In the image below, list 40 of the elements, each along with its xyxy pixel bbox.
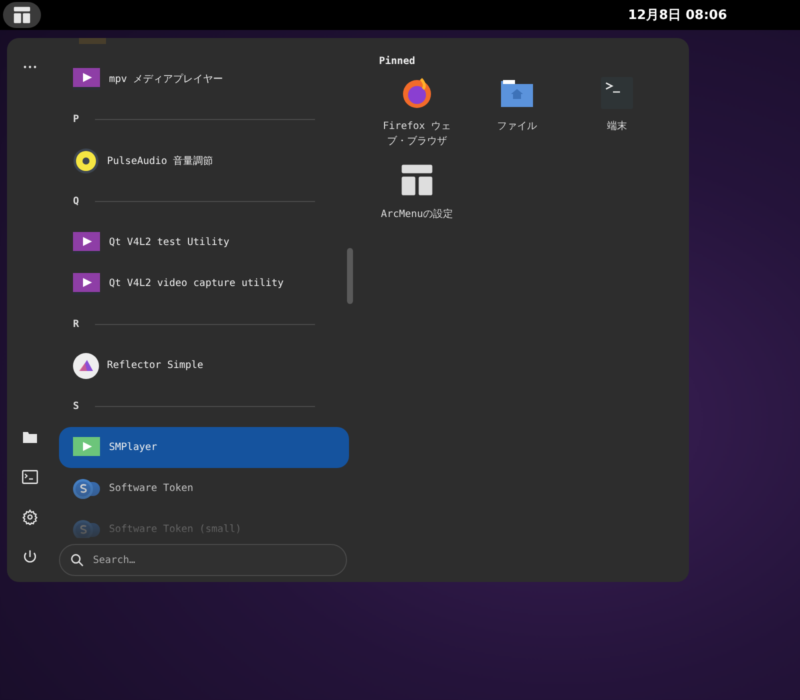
pinned-app[interactable]: ファイル: [467, 77, 567, 149]
fox-globe-icon: [401, 77, 433, 109]
section-letter: P: [73, 114, 80, 125]
power-icon[interactable]: [22, 549, 38, 565]
token-icon: [73, 478, 101, 500]
more-icon: [23, 65, 37, 69]
app-icon: [79, 38, 106, 44]
triangle-logo-icon: [73, 352, 99, 378]
app-item[interactable]: mpv メディアプレイヤー: [59, 58, 349, 99]
layout-icon: [400, 163, 434, 197]
speaker-icon: [73, 148, 99, 174]
scrollbar-thumb[interactable]: [347, 248, 353, 304]
pinned-app[interactable]: 端末: [567, 77, 667, 149]
terminal-icon: [601, 77, 633, 109]
home-folder-icon: [499, 77, 535, 109]
app-item[interactable]: Qt V4L2 test Utility: [59, 222, 349, 263]
app-item[interactable]: Reflector Simple: [59, 345, 349, 386]
section-letter: Q: [73, 196, 80, 207]
settings-icon[interactable]: [22, 509, 38, 525]
section-letter: R: [73, 319, 80, 330]
pinned-app[interactable]: Firefox ウェブ・ブラウザ: [367, 77, 467, 149]
pinned-app[interactable]: ArcMenuの設定: [367, 163, 467, 222]
terminal-icon[interactable]: [22, 470, 38, 484]
search-field[interactable]: Search…: [59, 544, 347, 576]
section-letter: S: [73, 401, 80, 412]
play-icon: [73, 232, 101, 254]
token-icon: [73, 518, 101, 538]
app-item[interactable]: Software Token: [59, 468, 349, 509]
app-item[interactable]: PulseAudio 音量調節: [59, 140, 349, 181]
layout-icon: [13, 6, 31, 24]
section-title: Pinned: [379, 56, 416, 67]
activities-button[interactable]: [3, 2, 41, 28]
play-icon: [73, 436, 101, 458]
search-icon: [70, 553, 84, 567]
app-item[interactable]: SMPlayer: [59, 427, 349, 468]
folder-icon[interactable]: [22, 430, 38, 444]
app-item[interactable]: Qt V4L2 video capture utility: [59, 263, 349, 304]
clock[interactable]: 12月8日 08:06: [628, 6, 727, 24]
play-icon: [73, 272, 101, 294]
play-icon: [73, 68, 101, 90]
